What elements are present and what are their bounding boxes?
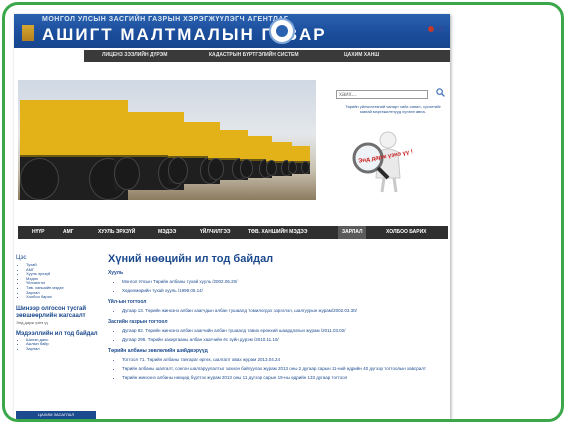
main-content: Хүний нөөцийн ил тод байдал Хууль Монгол… bbox=[108, 253, 446, 419]
document-list: Дугаар 82. Төрийн жинхэнэ албан хаагчийн… bbox=[108, 328, 446, 343]
document-link[interactable]: Төрийн жинхэнэ албаны нөөцөд бүртгэх жур… bbox=[122, 375, 446, 381]
sidebar: Цэс Тухай АМГ Хууль эрхзүй Мэдээ Үйлчилг… bbox=[16, 255, 100, 419]
document-list: Дугаар 13. Төрийн жинхэнэ албан хаагчдын… bbox=[108, 308, 446, 314]
main-nav-item-active[interactable]: ЗАРЛАЛ bbox=[338, 226, 367, 239]
emblem-icon bbox=[269, 18, 295, 44]
e-governance-button[interactable]: ЦАХИМ ЗАСАГЛАЛ bbox=[16, 411, 96, 419]
sidebar-transparency-item[interactable]: Зарлал bbox=[26, 346, 100, 352]
document-link[interactable]: Хөдөлмөрийн тухай хууль /1999.05.14/ bbox=[122, 288, 446, 294]
document-link[interactable]: Дугаар 13. Төрийн жинхэнэ албан хаагчдын… bbox=[122, 308, 446, 314]
main-nav-item[interactable]: ҮЙЛЧИЛГЭЭ bbox=[200, 229, 230, 235]
website-screenshot: МОНГОЛ УЛСЫН ЗАСГИЙН ГАЗРЫН ХЭРЭГЖҮҮЛЭГЧ… bbox=[14, 14, 450, 419]
top-nav-item[interactable]: ЦАХИМ ХАНШ bbox=[344, 52, 379, 58]
mongolian-flag-icon[interactable] bbox=[428, 26, 435, 32]
main-nav-item[interactable]: ТӨВ. ХАНШИЙН МЭДЭЭ bbox=[248, 229, 307, 235]
sidebar-heading: Цэс bbox=[16, 255, 27, 261]
section-heading: Хууль bbox=[108, 270, 124, 276]
green-frame: МОНГОЛ УЛСЫН ЗАСГИЙН ГАЗРЫН ХЭРЭГЖҮҮЛЭГЧ… bbox=[2, 2, 564, 422]
document-link[interactable]: Төрийн албаны шалгалт, сонгон шалгаруула… bbox=[122, 366, 446, 372]
side-promo: Төрийн үйлчилгээний чанарт хийх санал, х… bbox=[336, 82, 448, 200]
search-icon[interactable] bbox=[436, 88, 445, 97]
section-heading: Төрийн албаны зөвлөлийн шийдвэрүүд bbox=[108, 348, 208, 354]
sidebar-menu: Тухай АМГ Хууль эрхзүй Мэдээ Үйлчилгээ Т… bbox=[16, 262, 100, 300]
document-link[interactable]: Дугаар 295. Төрийн захиргааны албан хааг… bbox=[122, 337, 446, 343]
sidebar-transparency-menu: Шилэн данс Ажлын байр Зарлал bbox=[16, 337, 100, 352]
main-nav-item[interactable]: АМГ bbox=[63, 229, 74, 235]
main-nav-item[interactable]: НҮҮР bbox=[32, 229, 45, 235]
dump-truck-image bbox=[20, 100, 128, 200]
agency-name: МОНГОЛ УЛСЫН ЗАСГИЙН ГАЗРЫН ХЭРЭГЖҮҮЛЭГЧ… bbox=[42, 16, 289, 23]
dump-truck-image bbox=[288, 146, 310, 174]
english-flag-icon[interactable] bbox=[438, 26, 444, 32]
main-nav-item[interactable]: ХОЛБОО БАРИХ bbox=[386, 229, 427, 235]
language-switcher[interactable] bbox=[426, 26, 444, 34]
document-link[interactable]: Тогтоол 71. Төрийн албаны тангараг өргөх… bbox=[122, 357, 446, 363]
document-list: Монгол Улсын Төрийн албаны тухай хууль /… bbox=[108, 279, 446, 294]
search-input[interactable] bbox=[336, 90, 428, 99]
main-nav-item[interactable]: МЭДЭЭ bbox=[158, 229, 176, 235]
top-nav-item[interactable]: КАДАСТРЫН БҮРТГЭЛИЙН СИСТЕМ bbox=[209, 52, 299, 58]
main-navigation: НҮҮР АМГ ХУУЛЬ ЭРХЗҮЙ МЭДЭЭ ҮЙЛЧИЛГЭЭ ТӨ… bbox=[18, 226, 448, 239]
top-navigation: ЛИЦЕНЗ ЗЭЭЛИЙН ДҮРЭМ КАДАСТРЫН БҮРТГЭЛИЙ… bbox=[84, 50, 450, 62]
main-nav-item[interactable]: ХУУЛЬ ЭРХЗҮЙ bbox=[98, 229, 135, 235]
top-nav-item[interactable]: ЛИЦЕНЗ ЗЭЭЛИЙН ДҮРЭМ bbox=[102, 52, 167, 58]
agency-logo-icon bbox=[22, 25, 34, 41]
sidebar-licenses-title[interactable]: Шинээр олгосон тусгай зөвшөөрлийн жагсаа… bbox=[16, 306, 100, 320]
page-title: Хүний нөөцийн ил тод байдал bbox=[108, 253, 274, 265]
document-link[interactable]: Дугаар 82. Төрийн жинхэнэ албан хаагчийн… bbox=[122, 328, 446, 334]
site-banner: МОНГОЛ УЛСЫН ЗАСГИЙН ГАЗРЫН ХЭРЭГЖҮҮЛЭГЧ… bbox=[14, 14, 450, 48]
section-heading: Засгийн газрын тогтоол bbox=[108, 319, 168, 325]
document-list: Тогтоол 71. Төрийн албаны тангараг өргөх… bbox=[108, 357, 446, 381]
promo-text: Төрийн үйлчилгээний чанарт хийх санал, х… bbox=[345, 104, 441, 114]
sidebar-licenses-link[interactable]: Энд дарж үзнэ үү bbox=[16, 320, 100, 325]
document-link[interactable]: Монгол Улсын Төрийн албаны тухай хууль /… bbox=[122, 279, 446, 285]
hero-image-mining-trucks bbox=[18, 80, 316, 200]
section-heading: Үйл-ын тогтоол bbox=[108, 299, 147, 305]
sidebar-item[interactable]: Холбоо барих bbox=[26, 295, 100, 300]
